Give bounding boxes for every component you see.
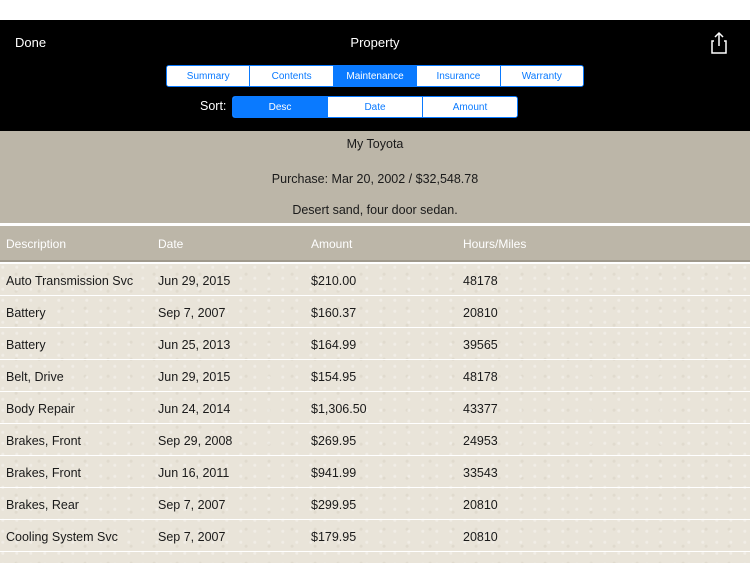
section-tabs: Summary Contents Maintenance Insurance W… [166,65,584,87]
tab-warranty[interactable]: Warranty [500,66,583,86]
cell-hours-miles: 48178 [463,370,498,384]
table-row[interactable]: Brakes, Front Sep 29, 2008 $269.95 24953 [0,424,750,456]
share-icon[interactable] [708,31,730,55]
table-row[interactable]: Cooling System Svc Sep 7, 2007 $179.95 2… [0,520,750,552]
cell-hours-miles: 24953 [463,434,498,448]
sort-desc-option[interactable]: Desc [233,97,328,117]
cell-hours-miles: 20810 [463,306,498,320]
cell-date: Jun 29, 2015 [158,274,231,288]
cell-amount: $210.00 [311,274,357,288]
table-row[interactable]: Brakes, Front Jun 16, 2011 $941.99 33543 [0,456,750,488]
cell-description: Battery [6,306,46,320]
maintenance-table: Auto Transmission Svc Jun 29, 2015 $210.… [0,264,750,563]
cell-description: Brakes, Front [6,434,82,448]
table-row[interactable]: Belt, Drive Jun 29, 2015 $154.95 48178 [0,360,750,392]
cell-date: Jun 16, 2011 [158,466,230,480]
table-row[interactable]: Brakes, Rear Sep 7, 2007 $299.95 20810 [0,488,750,520]
cell-amount: $1,306.50 [311,402,367,416]
cell-description: Battery [6,338,46,352]
tab-maintenance[interactable]: Maintenance [333,66,418,86]
table-row[interactable]: Battery Jun 25, 2013 $164.99 39565 [0,328,750,360]
cell-description: Auto Transmission Svc [6,274,134,288]
column-header-amount[interactable]: Amount [311,237,352,251]
cell-amount: $160.37 [311,306,357,320]
table-row[interactable]: Auto Transmission Svc Jun 29, 2015 $210.… [0,264,750,296]
cell-amount: $164.99 [311,338,357,352]
column-header-date[interactable]: Date [158,237,183,251]
column-header-hours-miles[interactable]: Hours/Miles [463,237,526,251]
sort-date-option[interactable]: Date [328,97,423,117]
cell-amount: $941.99 [311,466,357,480]
cell-date: Sep 7, 2007 [158,530,226,544]
sort-label: Sort: [200,99,227,113]
column-header-description[interactable]: Description [6,237,66,251]
cell-description: Body Repair [6,402,75,416]
cell-hours-miles: 20810 [463,498,498,512]
cell-amount: $179.95 [311,530,357,544]
item-description: Desert sand, four door sedan. [292,203,458,217]
cell-amount: $299.95 [311,498,357,512]
cell-description: Belt, Drive [6,370,64,384]
cell-hours-miles: 20810 [463,530,498,544]
table-row[interactable]: Battery Sep 7, 2007 $160.37 20810 [0,296,750,328]
cell-description: Cooling System Svc [6,530,118,544]
cell-amount: $154.95 [311,370,357,384]
cell-date: Jun 25, 2013 [158,338,231,352]
cell-date: Sep 7, 2007 [158,306,226,320]
tab-summary[interactable]: Summary [167,66,251,86]
page-title: Property [350,35,400,50]
sort-amount-option[interactable]: Amount [423,97,517,117]
status-bar-area [0,0,750,20]
cell-description: Brakes, Rear [6,498,79,512]
cell-hours-miles: 39565 [463,338,498,352]
cell-hours-miles: 48178 [463,274,498,288]
tab-insurance[interactable]: Insurance [417,66,501,86]
item-summary: My Toyota Purchase: Mar 20, 2002 / $32,5… [0,131,750,223]
tab-contents[interactable]: Contents [250,66,334,86]
cell-amount: $269.95 [311,434,357,448]
navigation-bar: Done Property Summary Contents Maintenan… [0,20,750,131]
cell-date: Jun 24, 2014 [158,402,231,416]
table-row[interactable]: Body Repair Jun 24, 2014 $1,306.50 43377 [0,392,750,424]
cell-date: Sep 29, 2008 [158,434,233,448]
cell-hours-miles: 43377 [463,402,498,416]
item-name: My Toyota [346,137,404,151]
cell-date: Jun 29, 2015 [158,370,231,384]
table-header: Description Date Amount Hours/Miles [0,226,750,262]
sort-control: Desc Date Amount [232,96,518,118]
cell-description: Brakes, Front [6,466,82,480]
cell-hours-miles: 33543 [463,466,498,480]
cell-date: Sep 7, 2007 [158,498,226,512]
item-purchase: Purchase: Mar 20, 2002 / $32,548.78 [271,172,479,186]
